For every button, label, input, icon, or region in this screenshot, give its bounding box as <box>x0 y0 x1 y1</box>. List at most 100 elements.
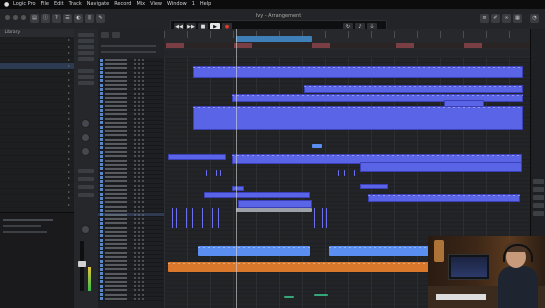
midi-note[interactable] <box>218 208 219 228</box>
mute-solo-buttons[interactable] <box>134 105 146 108</box>
inspector-slot[interactable] <box>78 177 94 181</box>
mute-solo-buttons[interactable] <box>134 79 146 82</box>
menu-item-1[interactable]: 1 <box>192 0 195 9</box>
library-item[interactable] <box>0 189 74 196</box>
mute-solo-buttons[interactable] <box>134 134 146 137</box>
mute-solo-buttons[interactable] <box>134 117 146 120</box>
library-item[interactable] <box>0 129 74 136</box>
midi-note[interactable] <box>338 170 339 176</box>
inspector-slot[interactable] <box>78 57 94 61</box>
mute-solo-buttons[interactable] <box>134 75 146 78</box>
send-knob[interactable] <box>81 147 90 156</box>
library-item[interactable] <box>0 136 74 143</box>
menu-item-help[interactable]: Help <box>200 0 211 9</box>
loop-browser-icon[interactable]: ∞ <box>502 14 511 23</box>
master-volume-icon[interactable]: ◔ <box>530 14 539 23</box>
mute-solo-buttons[interactable] <box>134 130 146 133</box>
menu-item-file[interactable]: File <box>41 0 49 9</box>
bar-ruler[interactable] <box>164 31 530 38</box>
mute-solo-buttons[interactable] <box>134 243 146 246</box>
inspector-slot[interactable] <box>78 39 94 43</box>
inspector-slot[interactable] <box>78 69 94 73</box>
mute-solo-buttons[interactable] <box>134 155 146 158</box>
mute-solo-buttons[interactable] <box>134 193 146 195</box>
mute-solo-buttons[interactable] <box>134 59 146 61</box>
menu-item-mix[interactable]: Mix <box>136 0 145 9</box>
mute-solo-buttons[interactable] <box>134 293 146 296</box>
marker[interactable] <box>396 43 414 48</box>
notepad-icon[interactable]: ✐ <box>491 14 500 23</box>
mute-solo-buttons[interactable] <box>134 230 146 233</box>
midi-note[interactable] <box>192 208 193 228</box>
mute-solo-buttons[interactable] <box>134 138 146 141</box>
list-editors-icon[interactable]: ≡ <box>480 14 489 23</box>
inspector-slot[interactable] <box>78 45 94 49</box>
mute-solo-buttons[interactable] <box>134 297 146 300</box>
library-item[interactable] <box>0 57 74 64</box>
menu-item-view[interactable]: View <box>150 0 162 9</box>
audio-region[interactable] <box>329 246 429 256</box>
mute-solo-buttons[interactable] <box>134 209 146 212</box>
mute-solo-buttons[interactable] <box>134 92 146 95</box>
library-item[interactable] <box>0 44 74 51</box>
folder-icon[interactable] <box>112 32 120 38</box>
close-window-button[interactable] <box>5 15 10 20</box>
library-tab-3[interactable] <box>49 29 74 37</box>
mute-solo-buttons[interactable] <box>134 218 146 221</box>
midi-note[interactable] <box>172 208 173 228</box>
inspector-slot[interactable] <box>78 81 94 85</box>
library-item[interactable] <box>0 182 74 189</box>
midi-note[interactable] <box>314 208 315 228</box>
mute-solo-buttons[interactable] <box>134 63 146 66</box>
audio-region-orange[interactable] <box>168 262 430 272</box>
mute-solo-buttons[interactable] <box>134 151 146 154</box>
midi-note[interactable] <box>212 208 213 228</box>
mute-solo-buttons[interactable] <box>134 285 146 288</box>
panel-button[interactable] <box>533 195 544 200</box>
library-item[interactable] <box>0 50 74 57</box>
midi-note[interactable] <box>354 170 355 176</box>
mute-solo-buttons[interactable] <box>134 247 146 250</box>
marker[interactable] <box>166 43 184 48</box>
menu-item-app[interactable]: Logic Pro <box>13 0 36 9</box>
mute-solo-buttons[interactable] <box>134 159 146 162</box>
library-item[interactable] <box>0 110 74 117</box>
mute-solo-buttons[interactable] <box>134 146 146 149</box>
mute-solo-buttons[interactable] <box>134 142 146 145</box>
midi-region[interactable] <box>368 194 520 202</box>
library-tab[interactable]: Library <box>0 29 25 37</box>
midi-note[interactable] <box>220 170 221 176</box>
mute-solo-buttons[interactable] <box>134 280 146 283</box>
library-item[interactable] <box>0 195 74 202</box>
panel-button[interactable] <box>533 203 544 208</box>
library-item[interactable] <box>0 169 74 176</box>
audio-region[interactable] <box>198 246 310 256</box>
mute-solo-buttons[interactable] <box>134 113 146 116</box>
marker-track[interactable] <box>164 43 530 48</box>
library-item-selected[interactable] <box>0 63 74 70</box>
library-toggle-icon[interactable]: ▤ <box>30 14 39 23</box>
pan-knob[interactable] <box>81 225 90 234</box>
playhead[interactable] <box>236 29 237 308</box>
mute-solo-buttons[interactable] <box>134 201 146 204</box>
inspector-slot[interactable] <box>78 169 94 173</box>
mute-solo-buttons[interactable] <box>134 96 146 99</box>
panel-button[interactable] <box>533 179 544 184</box>
add-track-icon[interactable] <box>101 32 109 38</box>
midi-region[interactable] <box>168 154 226 160</box>
library-item[interactable] <box>0 116 74 123</box>
midi-note[interactable] <box>322 208 323 228</box>
mute-solo-buttons[interactable] <box>134 167 146 170</box>
library-item[interactable] <box>0 123 74 130</box>
library-item[interactable] <box>0 83 74 90</box>
audio-region[interactable] <box>314 294 328 296</box>
mute-solo-buttons[interactable] <box>134 163 146 166</box>
tempo-track[interactable] <box>164 50 530 56</box>
audio-region[interactable] <box>312 144 322 148</box>
library-item[interactable] <box>0 70 74 77</box>
mute-solo-buttons[interactable] <box>134 222 146 225</box>
library-item[interactable] <box>0 103 74 110</box>
midi-note[interactable] <box>216 170 217 176</box>
mute-solo-buttons[interactable] <box>134 84 146 87</box>
library-item[interactable] <box>0 162 74 169</box>
